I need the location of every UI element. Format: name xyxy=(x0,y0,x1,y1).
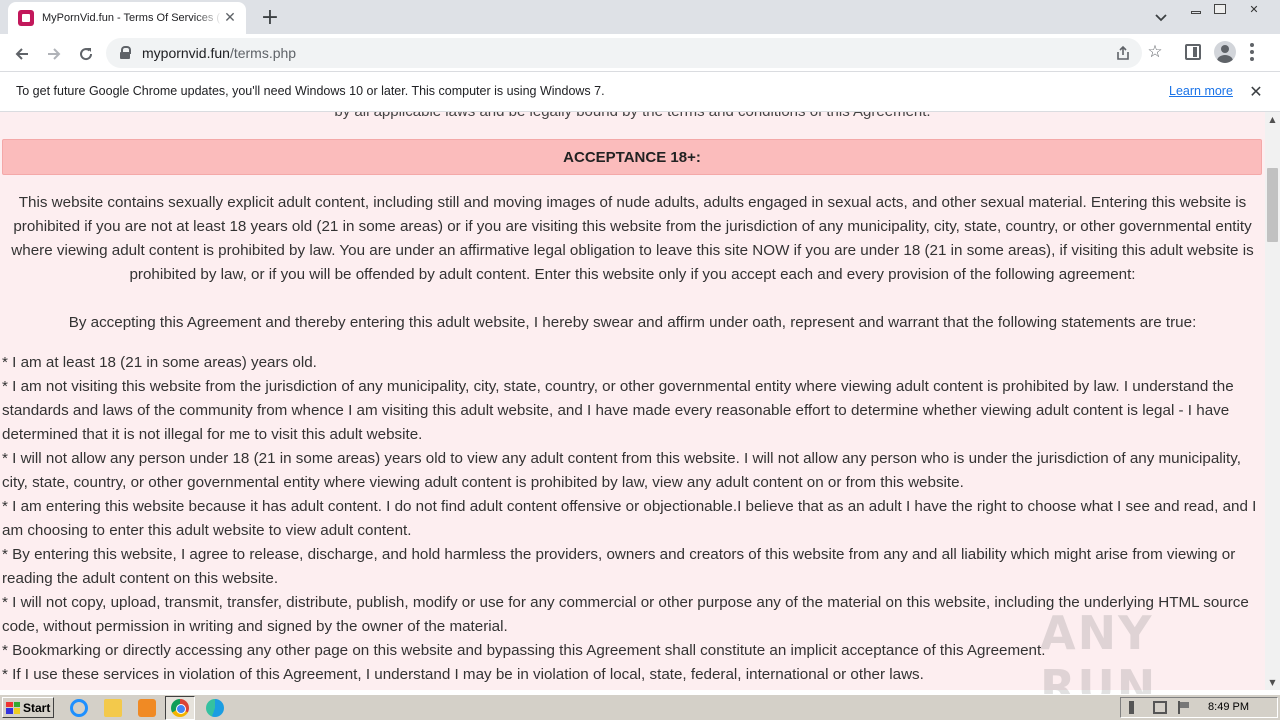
edge-icon[interactable] xyxy=(206,699,224,717)
update-infobar: To get future Google Chrome updates, you… xyxy=(0,72,1280,112)
file-explorer-icon[interactable] xyxy=(104,699,122,717)
chevron-down-icon xyxy=(1155,14,1167,22)
reload-icon xyxy=(80,48,93,61)
window-restore-button[interactable] xyxy=(1207,0,1233,18)
system-tray: 8:49 PM xyxy=(1120,697,1278,718)
reload-button[interactable] xyxy=(72,40,100,68)
address-bar[interactable]: mypornvid.fun/terms.php xyxy=(106,38,1142,68)
window-minimize-button[interactable] xyxy=(1183,0,1209,18)
list-item: * I am at least 18 (21 in some areas) ye… xyxy=(2,354,317,371)
network-icon[interactable] xyxy=(1153,701,1167,714)
oath-paragraph: By accepting this Agreement and thereby … xyxy=(68,314,1197,331)
tab-search-button[interactable] xyxy=(1150,6,1172,28)
windows-taskbar: Start 8:49 PM xyxy=(0,694,1280,720)
infobar-close-icon[interactable]: ✕ xyxy=(1246,81,1266,101)
tab-strip: MyPornVid.fun - Terms Of Services ( ✕ + … xyxy=(0,0,1280,34)
tab-title: MyPornVid.fun - Terms Of Services ( xyxy=(42,12,221,24)
scroll-thumb[interactable] xyxy=(1267,168,1278,242)
learn-more-link[interactable]: Learn more xyxy=(1169,84,1233,98)
infobar-message: To get future Google Chrome updates, you… xyxy=(16,84,605,98)
partial-text-line: by all applicable laws and be legally bo… xyxy=(0,112,1265,120)
forward-button[interactable] xyxy=(40,40,68,68)
list-item: * I will not allow any person under 18 (… xyxy=(2,450,1241,491)
page-scrollbar[interactable]: ▲ ▼ xyxy=(1265,112,1280,690)
tab-close-icon[interactable]: ✕ xyxy=(222,10,238,26)
site-favicon-icon xyxy=(18,10,34,26)
acceptance-heading: ACCEPTANCE 18+: xyxy=(2,139,1262,175)
bookmark-star-icon[interactable]: ☆ xyxy=(1145,42,1165,62)
window-close-button[interactable]: ✕ xyxy=(1231,0,1277,18)
page-content: by all applicable laws and be legally bo… xyxy=(0,112,1265,690)
list-item: * I am not visiting this website from th… xyxy=(2,378,1234,443)
intro-paragraph: This website contains sexually explicit … xyxy=(11,194,1254,283)
side-panel-icon[interactable] xyxy=(1185,44,1201,60)
start-button[interactable]: Start xyxy=(2,697,54,718)
share-icon[interactable] xyxy=(1114,44,1132,62)
chrome-icon xyxy=(171,699,189,717)
arrow-right-icon xyxy=(48,48,61,60)
url-text: mypornvid.fun/terms.php xyxy=(142,45,297,61)
lock-icon[interactable] xyxy=(118,46,132,60)
clock[interactable]: 8:49 PM xyxy=(1208,701,1249,713)
kebab-menu-icon[interactable] xyxy=(1250,43,1254,61)
start-label: Start xyxy=(23,700,51,715)
volume-icon[interactable] xyxy=(1129,701,1143,714)
windows-logo-icon xyxy=(6,701,20,714)
taskbar-chrome-button[interactable] xyxy=(165,696,195,720)
action-center-flag-icon[interactable] xyxy=(1178,701,1192,714)
list-item: * I am entering this website because it … xyxy=(2,498,1257,539)
profile-avatar[interactable] xyxy=(1214,41,1236,63)
new-tab-button[interactable]: + xyxy=(258,6,282,30)
list-item: * By entering this website, I agree to r… xyxy=(2,546,1236,587)
browser-toolbar: mypornvid.fun/terms.php ☆ xyxy=(0,34,1280,72)
scroll-up-arrow-icon[interactable]: ▲ xyxy=(1265,112,1280,127)
arrow-left-icon xyxy=(15,48,28,60)
internet-explorer-icon[interactable] xyxy=(70,699,88,717)
media-player-icon[interactable] xyxy=(138,699,156,717)
back-button[interactable] xyxy=(8,40,36,68)
tab-terms[interactable]: MyPornVid.fun - Terms Of Services ( ✕ xyxy=(8,2,246,34)
